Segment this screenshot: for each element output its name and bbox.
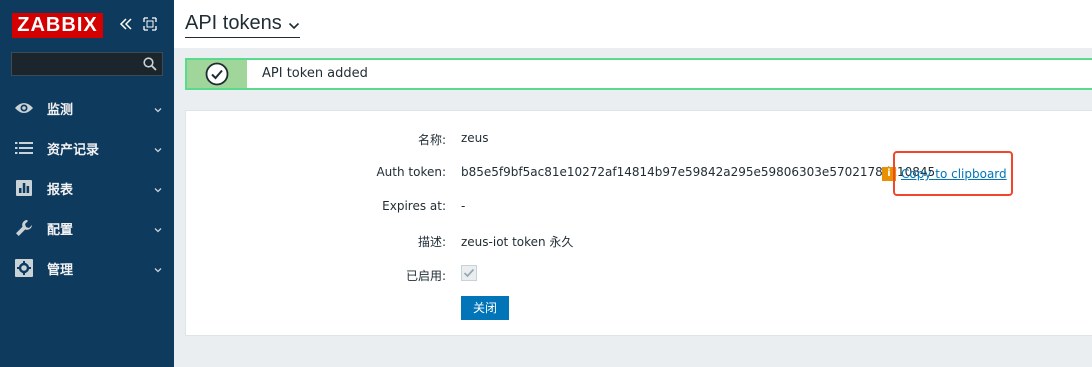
message-icon-box (187, 60, 247, 88)
logo-row: ZABBIX (12, 12, 103, 38)
nav-label: 监测 (47, 102, 74, 118)
info-icon[interactable]: i (882, 167, 896, 181)
check-circle-icon (205, 62, 229, 86)
main-nav: 监测 资产记录 报表 配置 管理 (0, 88, 174, 288)
eye-icon (14, 98, 34, 118)
checkmark-icon (463, 268, 475, 278)
search-icon[interactable] (143, 57, 157, 71)
nav-label: 配置 (47, 222, 74, 238)
nav-item-configuration[interactable]: 配置 (0, 208, 174, 248)
list-icon (14, 138, 34, 158)
nav-label: 报表 (47, 182, 74, 198)
nav-label: 管理 (47, 262, 74, 278)
page-title-dropdown[interactable]: API tokens (185, 11, 300, 38)
bar-chart-icon (14, 178, 34, 198)
nav-item-reports[interactable]: 报表 (0, 168, 174, 208)
token-details-panel: 名称: zeus Auth token: b85e5f9bf5ac81e1027… (185, 110, 1092, 336)
chevron-down-icon (154, 263, 162, 273)
name-row: 名称: zeus (186, 128, 1086, 148)
enabled-row: 已启用: (186, 264, 1086, 284)
message-text: API token added (262, 66, 368, 81)
close-button[interactable]: 关闭 (461, 296, 509, 320)
collapse-sidebar-icon[interactable] (118, 16, 134, 32)
expires-label: Expires at: (382, 199, 446, 213)
enabled-checkbox (461, 265, 477, 281)
nav-item-monitoring[interactable]: 监测 (0, 88, 174, 128)
sidebar: ZABBIX 监测 资产记录 报表 配置 管理 (0, 0, 174, 367)
expires-value: - (461, 199, 466, 213)
description-row: 描述: zeus-iot token 永久 (186, 230, 1086, 250)
search-input[interactable] (12, 53, 140, 75)
name-label: 名称: (417, 133, 446, 147)
search-box (11, 52, 163, 76)
chevron-down-icon (154, 183, 162, 193)
chevron-down-icon (288, 12, 300, 36)
kiosk-mode-icon[interactable] (143, 17, 157, 31)
nav-item-administration[interactable]: 管理 (0, 248, 174, 288)
nav-label: 资产记录 (47, 142, 100, 158)
copy-to-clipboard-link[interactable]: Copy to clipboard (901, 167, 1007, 181)
description-value: zeus-iot token 永久 (461, 235, 574, 249)
enabled-label: 已启用: (405, 269, 446, 283)
page-title: API tokens (185, 12, 282, 34)
auth-token-label: Auth token: (376, 165, 446, 179)
expires-row: Expires at: - (186, 196, 1086, 216)
auth-token-value: b85e5f9bf5ac81e10272af14814b97e59842a295… (461, 165, 936, 179)
nav-item-inventory[interactable]: 资产记录 (0, 128, 174, 168)
gear-icon (14, 258, 34, 278)
auth-token-row: Auth token: b85e5f9bf5ac81e10272af14814b… (186, 162, 1086, 182)
wrench-icon (14, 218, 34, 238)
name-value: zeus (461, 131, 489, 145)
page-header: API tokens (174, 0, 1092, 48)
zabbix-logo[interactable]: ZABBIX (12, 12, 103, 38)
chevron-down-icon (154, 143, 162, 153)
chevron-down-icon (154, 223, 162, 233)
success-message: API token added (185, 58, 1092, 90)
description-label: 描述: (417, 235, 446, 249)
chevron-down-icon (154, 103, 162, 113)
